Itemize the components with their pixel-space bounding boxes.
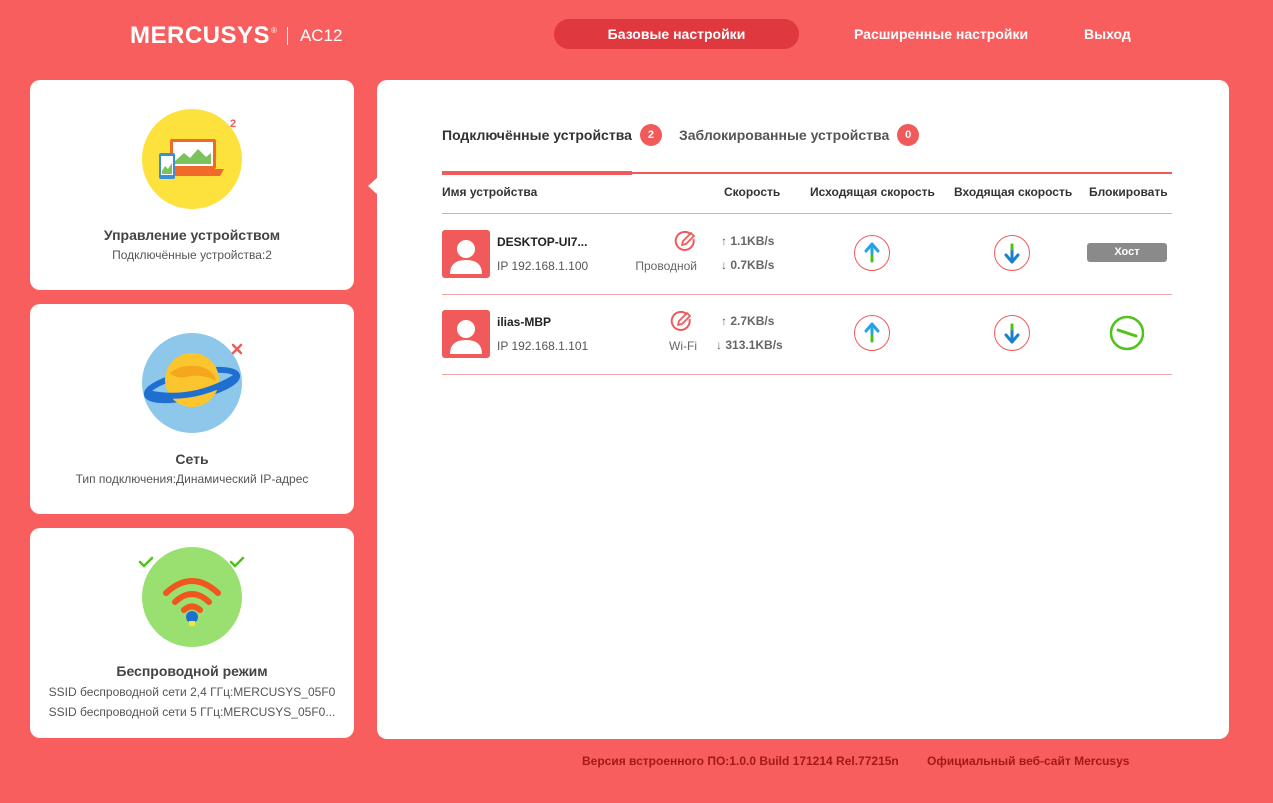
brand-name: MERCUSYS [130,22,271,49]
main-panel: Подключённые устройства 2 Заблокированны… [377,80,1229,739]
device-name: ilias-MBP [497,315,552,329]
card-title: Беспроводной режим [116,663,268,679]
device-name: DESKTOP-UI7... [497,235,588,249]
card-wireless[interactable]: Беспроводной режим SSID беспроводной сет… [30,528,354,738]
ssid-24ghz: SSID беспроводной сети 2,4 ГГц:MERCUSYS_… [48,685,336,699]
upload-limit-button[interactable] [854,315,890,351]
upload-limit-button[interactable] [854,235,890,271]
down-arrow-icon: ↓ [721,258,727,272]
upload-speed: ↑ 2.7KB/s [721,314,775,328]
up-arrow-icon: ↑ [721,314,727,328]
connection-type: Проводной [635,259,697,273]
wifi-icon [142,547,242,647]
tab-label: Подключённые устройства [442,127,632,143]
devices-icon [142,109,242,209]
col-upload: Исходящая скорость [810,185,935,199]
model-name: AC12 [299,26,343,45]
tab-connected-devices[interactable]: Подключённые устройства 2 [442,124,662,146]
nav-basic-settings[interactable]: Базовые настройки [554,19,799,49]
check-24ghz-icon [138,555,154,569]
mercusys-logo: MERCUSYS ® AC12 [130,22,342,50]
ssid-5ghz: SSID беспроводной сети 5 ГГц:MERCUSYS_05… [48,705,336,719]
connection-type: Wi-Fi [669,339,697,353]
host-badge: Хост [1087,243,1167,262]
planet-icon [142,333,242,433]
download-limit-button[interactable] [994,315,1030,351]
check-5ghz-icon [229,555,245,569]
device-avatar-icon [442,310,490,358]
card-subtitle: Подключённые устройства:2 [112,248,272,262]
col-block: Блокировать [1089,185,1168,199]
tab-label: Заблокированные устройства [679,127,890,143]
download-speed: ↓ 0.7KB/s [721,258,775,272]
active-tab-underline [442,171,632,175]
disconnected-x-icon [230,342,244,356]
card-device-management[interactable]: 2 Управление устройством Подключённые ус… [30,80,354,290]
card-title: Сеть [175,451,209,467]
card-subtitle: Тип подключения:Динамический IP-адрес [75,472,309,486]
official-website-link[interactable]: Официальный веб-сайт Mercusys [927,754,1129,768]
download-limit-button[interactable] [994,235,1030,271]
upload-speed: ↑ 1.1KB/s [721,234,775,248]
col-device-name: Имя устройства [442,185,538,199]
device-tabs: Подключённые устройства 2 Заблокированны… [442,124,1172,175]
tab-count-badge: 2 [639,124,662,146]
tab-blocked-devices[interactable]: Заблокированные устройства 0 [679,124,920,146]
device-avatar-icon [442,230,490,278]
firmware-version: Версия встроенного ПО:1.0.0 Build 171214… [582,754,899,768]
up-arrow-icon: ↑ [721,234,727,248]
device-ip: IP 192.168.1.101 [497,339,589,353]
table-row: ilias-MBP IP 192.168.1.101 Wi-Fi ↑ 2.7KB… [442,294,1172,375]
block-device-icon[interactable] [1109,315,1145,351]
down-arrow-icon: ↓ [716,338,722,352]
table-row: DESKTOP-UI7... IP 192.168.1.100 Проводно… [442,214,1172,295]
registered-mark: ® [271,25,277,35]
card-network[interactable]: Сеть Тип подключения:Динамический IP-адр… [30,304,354,514]
download-speed: ↓ 313.1KB/s [716,338,783,352]
edit-icon[interactable] [673,230,697,254]
tab-count-badge: 0 [897,124,920,146]
connected-count-badge: 2 [230,118,237,130]
table-header: Имя устройства Скорость Исходящая скорос… [442,180,1172,214]
top-navigation: Базовые настройки Расширенные настройки … [554,19,1131,49]
logo-divider [286,27,288,45]
device-ip: IP 192.168.1.100 [497,259,589,273]
edit-icon[interactable] [669,310,693,334]
nav-advanced-settings[interactable]: Расширенные настройки [854,19,1028,49]
card-title: Управление устройством [103,227,281,243]
col-speed: Скорость [724,185,781,199]
nav-exit[interactable]: Выход [1084,19,1131,49]
col-download: Входящая скорость [954,185,1073,199]
